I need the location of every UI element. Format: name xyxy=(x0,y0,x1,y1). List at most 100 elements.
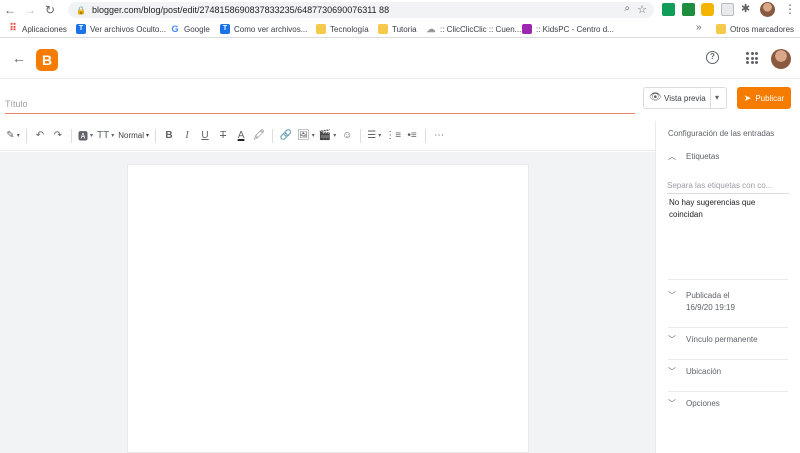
link-icon[interactable]: 🔗 xyxy=(279,126,293,146)
bookmark-otros[interactable]: Otros marcadores xyxy=(716,24,794,34)
publish-label: Publicar xyxy=(755,93,785,103)
folder-icon xyxy=(716,24,726,34)
chevron-up-icon: ︿ xyxy=(668,152,676,161)
chevron-down-icon: ﹀ xyxy=(668,291,676,300)
published-label: Publicada el xyxy=(686,291,730,300)
bookmark-label: Tecnología xyxy=(330,24,369,34)
bookmark-label: Como ver archivos... xyxy=(234,24,308,34)
thumbs-extension-icon[interactable] xyxy=(701,3,714,16)
paragraph-style-select[interactable]: Normal ▾ xyxy=(118,126,149,146)
folder-icon xyxy=(316,24,326,34)
back-arrow-icon[interactable]: ← xyxy=(12,50,26,66)
labels-input[interactable] xyxy=(667,178,789,194)
published-section-header[interactable]: ﹀ Publicada el 16/9/20 19:19 xyxy=(668,290,735,314)
lock-icon: 🔒 xyxy=(76,5,86,15)
divider xyxy=(26,128,27,143)
account-avatar[interactable] xyxy=(771,49,791,69)
app-header: ← B ? xyxy=(0,39,800,79)
kebab-menu-icon[interactable]: ⋮ xyxy=(784,2,796,16)
style-label: Normal xyxy=(118,131,145,140)
redo-icon[interactable]: ↷ xyxy=(51,126,65,146)
bookmark-como-ver[interactable]: T Como ver archivos... xyxy=(220,24,307,34)
strikethrough-icon[interactable]: T xyxy=(216,126,230,146)
bold-icon[interactable]: B xyxy=(162,126,176,146)
video-icon[interactable]: 🎬 ▾ xyxy=(319,126,336,146)
location-section-header[interactable]: ﹀ Ubicación xyxy=(668,366,721,378)
bookmark-label: :: ClicClicClic :: Cuen... xyxy=(440,24,522,34)
eye-icon: 👁 xyxy=(649,92,662,103)
divider xyxy=(360,128,362,143)
chevron-down-icon: ﹀ xyxy=(668,399,676,408)
bookmark-label: Tutoria xyxy=(392,24,417,34)
bookmark-apps[interactable]: ⠿ Aplicaciones xyxy=(8,24,67,34)
kidspc-icon xyxy=(522,24,532,34)
zoom-icon[interactable]: ⌕ xyxy=(624,3,630,14)
more-options-icon[interactable]: ⋯ xyxy=(432,126,446,146)
help-icon[interactable]: ? xyxy=(706,51,719,64)
cloud-icon: ☁ xyxy=(426,24,436,34)
published-date: 16/9/20 19:19 xyxy=(686,303,735,312)
options-section-header[interactable]: ﹀ Opciones xyxy=(668,398,720,410)
image-icon[interactable]: 🖼 ▾ xyxy=(297,126,315,146)
bookmark-tecnologia[interactable]: Tecnología xyxy=(316,24,369,34)
apps-grid-icon: ⠿ xyxy=(9,23,17,34)
highlight-icon[interactable]: 🖍 xyxy=(252,126,266,146)
bookmark-clicclicclic[interactable]: ☁ :: ClicClicClic :: Cuen... xyxy=(426,24,522,34)
text-color-icon[interactable]: A xyxy=(234,126,248,146)
font-icon[interactable]: 🅰 ▾ xyxy=(78,126,93,146)
published-text: Publicada el 16/9/20 19:19 xyxy=(686,290,735,314)
folder-icon xyxy=(378,24,388,34)
t-badge-icon: T xyxy=(220,24,230,34)
chevron-down-icon[interactable]: ▾ xyxy=(715,93,719,102)
panel-title: Configuración de las entradas xyxy=(668,129,775,138)
bookmark-ver-archivos[interactable]: T Ver archivos Oculto... xyxy=(76,24,166,34)
apps-icon[interactable] xyxy=(746,52,758,64)
divider xyxy=(668,327,788,328)
numbered-list-icon[interactable]: ⋮≡ xyxy=(385,126,401,146)
post-title-input[interactable] xyxy=(5,94,635,114)
bulleted-list-icon[interactable]: •≡ xyxy=(405,126,419,146)
bookmark-label: Aplicaciones xyxy=(22,24,67,34)
align-icon[interactable]: ☰ ▾ xyxy=(367,126,381,146)
preview-button[interactable]: 👁 Vista previa ▾ xyxy=(643,87,727,109)
extension-icon[interactable] xyxy=(682,3,695,16)
location-label: Ubicación xyxy=(686,367,722,376)
divider xyxy=(272,128,274,143)
chevron-down-icon: ﹀ xyxy=(668,335,676,344)
underline-icon[interactable]: U xyxy=(198,126,212,146)
blogger-logo[interactable]: B xyxy=(36,49,58,71)
bookmark-label: Ver archivos Oculto... xyxy=(90,24,167,34)
bookmark-kidspc[interactable]: :: KidsPC - Centro d... xyxy=(522,24,614,34)
bookmarks-bar: ⠿ Aplicaciones T Ver archivos Oculto... … xyxy=(0,20,800,38)
browser-toolbar: ← → ↻ 🔒 blogger.com/blog/post/edit/27481… xyxy=(0,0,800,20)
sheets-extension-icon[interactable] xyxy=(662,3,675,16)
forward-icon[interactable]: → xyxy=(22,2,38,18)
publish-button[interactable]: ➤ Publicar xyxy=(737,87,791,109)
no-suggestions-text: No hay sugerencias que coincidan xyxy=(669,198,756,219)
bookmark-tutoria[interactable]: Tutoria xyxy=(378,24,417,34)
labels-section-header[interactable]: ︿ Etiquetas xyxy=(668,151,719,163)
bookmark-google[interactable]: G Google xyxy=(170,24,210,34)
undo-icon[interactable]: ↶ xyxy=(33,126,47,146)
divider xyxy=(668,391,788,392)
divider xyxy=(668,279,788,280)
chevron-down-icon: ﹀ xyxy=(668,367,676,376)
reload-icon[interactable]: ↻ xyxy=(42,2,58,18)
post-body-editor[interactable] xyxy=(127,164,529,453)
preview-label: Vista previa xyxy=(664,94,706,103)
emoji-icon[interactable]: ☺ xyxy=(340,126,354,146)
permalink-section-header[interactable]: ﹀ Vínculo permanente xyxy=(668,334,758,346)
chrome-profile-avatar[interactable] xyxy=(760,2,775,17)
address-bar[interactable]: 🔒 blogger.com/blog/post/edit/27481586908… xyxy=(68,2,654,18)
back-icon[interactable]: ← xyxy=(2,2,18,18)
italic-icon[interactable]: I xyxy=(180,126,194,146)
bookmark-label: Google xyxy=(184,24,210,34)
pencil-mode-icon[interactable]: ✎ ▾ xyxy=(6,126,20,146)
font-size-icon[interactable]: TT ▾ xyxy=(97,126,114,146)
puzzle-icon[interactable]: ✱ xyxy=(741,2,754,15)
more-bookmarks-chevron[interactable]: » xyxy=(696,22,702,33)
options-label: Opciones xyxy=(686,399,720,408)
doc-extension-icon[interactable] xyxy=(721,3,734,16)
bookmark-star-icon[interactable]: ☆ xyxy=(637,3,647,16)
divider xyxy=(710,88,711,108)
